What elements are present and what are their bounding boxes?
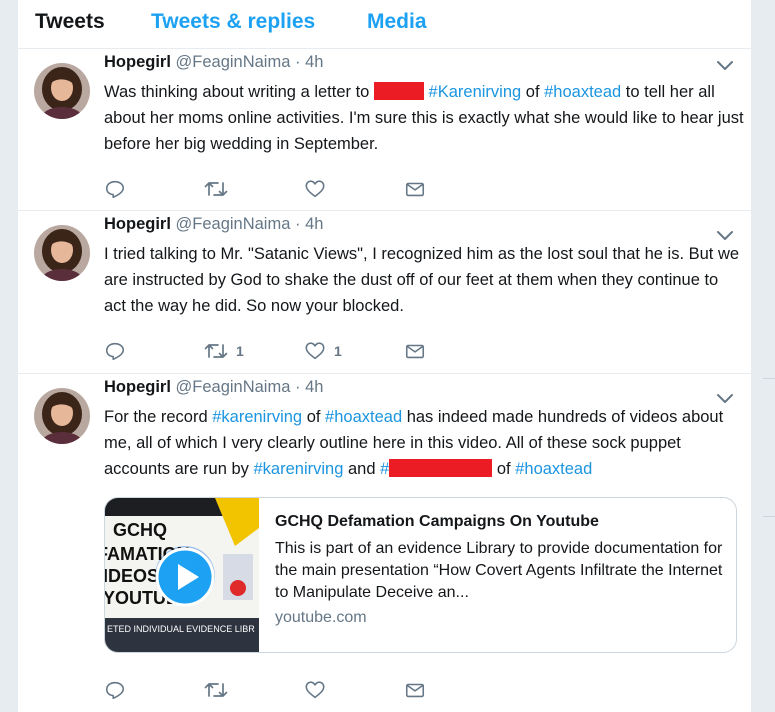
- tweet-header: Hopegirl @FeaginNaima · 4h: [104, 378, 323, 397]
- redacted-block: [389, 459, 493, 477]
- reply-button[interactable]: [104, 339, 126, 363]
- tweet[interactable]: Hopegirl @FeaginNaima · 4h For the recor…: [18, 374, 751, 712]
- divider: [763, 378, 775, 379]
- video-thumbnail: GCHQ FAMATION IDEOS ON YOUTUBE ETED INDI…: [105, 498, 259, 652]
- redacted-block: [373, 82, 424, 100]
- user-handle[interactable]: @FeaginNaima: [176, 378, 291, 396]
- retweet-icon: [204, 182, 228, 196]
- tweet[interactable]: Hopegirl @FeaginNaima · 4h I tried talki…: [18, 211, 751, 374]
- tweet-text-part: and: [343, 460, 381, 478]
- retweet-icon: [204, 683, 228, 697]
- message-button[interactable]: [404, 177, 426, 201]
- card-body: GCHQ Defamation Campaigns On Youtube Thi…: [275, 510, 725, 627]
- message-button[interactable]: [404, 678, 426, 702]
- user-handle[interactable]: @FeaginNaima: [176, 215, 291, 233]
- reply-icon: [105, 681, 125, 700]
- tweet-time[interactable]: 4h: [305, 53, 323, 71]
- hashtag-link[interactable]: #hoaxtead: [544, 83, 621, 101]
- tweet-text: I tried talking to Mr. "Satanic Views", …: [104, 245, 740, 315]
- retweet-count: 1: [236, 343, 244, 359]
- tweet-time[interactable]: 4h: [305, 215, 323, 233]
- avatar[interactable]: [34, 388, 90, 444]
- like-count: 1: [334, 343, 342, 359]
- tweet-text-part: of: [302, 408, 326, 426]
- user-name[interactable]: Hopegirl: [104, 215, 171, 233]
- message-icon: [405, 344, 425, 359]
- reply-icon: [105, 342, 125, 361]
- retweet-icon: [204, 344, 228, 358]
- hashtag-link[interactable]: #karenirving: [254, 460, 344, 478]
- tweet-actions: [104, 678, 704, 702]
- tweet-actions: 1 1: [104, 339, 704, 363]
- hashtag-link[interactable]: #Karenirving: [429, 83, 522, 101]
- reply-icon: [105, 180, 125, 199]
- retweet-button[interactable]: 1: [204, 339, 244, 363]
- like-icon: [305, 681, 325, 699]
- retweet-button[interactable]: [204, 177, 236, 201]
- divider: [763, 516, 775, 517]
- like-button[interactable]: [304, 177, 334, 201]
- user-name[interactable]: Hopegirl: [104, 53, 171, 71]
- timeline-column: Tweets Tweets & replies Media Hopegirl @…: [18, 0, 751, 712]
- chevron-down-icon[interactable]: [715, 57, 735, 73]
- tweet-header: Hopegirl @FeaginNaima · 4h: [104, 53, 323, 72]
- tweet-text: Was thinking about writing a letter to #…: [104, 79, 744, 157]
- tab-media[interactable]: Media: [367, 10, 427, 34]
- separator-dot: ·: [295, 53, 301, 71]
- thumb-footer-text: ETED INDIVIDUAL EVIDENCE LIBR: [107, 624, 255, 634]
- tweet-header: Hopegirl @FeaginNaima · 4h: [104, 215, 323, 234]
- like-button[interactable]: [304, 678, 334, 702]
- avatar[interactable]: [34, 63, 90, 119]
- hashtag-link[interactable]: #karenirving: [212, 408, 302, 426]
- message-icon: [405, 182, 425, 197]
- tab-tweets[interactable]: Tweets: [35, 10, 105, 34]
- card-description: This is part of an evidence Library to p…: [275, 540, 723, 601]
- profile-tabs: Tweets Tweets & replies Media: [18, 0, 751, 49]
- tweet[interactable]: Hopegirl @FeaginNaima · 4h Was thinking …: [18, 49, 751, 211]
- user-handle[interactable]: @FeaginNaima: [176, 53, 291, 71]
- tweet-actions: [104, 177, 704, 201]
- tweet-text-part: of: [521, 83, 545, 101]
- tweet-text-part: For the record: [104, 408, 213, 426]
- hashtag-link[interactable]: #hoaxtead: [325, 408, 402, 426]
- tweet-text-part: of: [492, 460, 516, 478]
- tab-tweets-and-replies[interactable]: Tweets & replies: [151, 10, 315, 34]
- like-icon: [305, 342, 325, 360]
- message-icon: [405, 683, 425, 698]
- thumb-title-line: GCHQ: [113, 520, 167, 540]
- retweet-button[interactable]: [204, 678, 236, 702]
- hashtag-link[interactable]: #: [380, 460, 389, 478]
- separator-dot: ·: [295, 378, 301, 396]
- separator-dot: ·: [295, 215, 301, 233]
- reply-button[interactable]: [104, 177, 126, 201]
- reply-button[interactable]: [104, 678, 126, 702]
- play-icon[interactable]: [155, 547, 215, 607]
- hashtag-link[interactable]: #hoaxtead: [515, 460, 592, 478]
- link-card[interactable]: GCHQ FAMATION IDEOS ON YOUTUBE ETED INDI…: [104, 497, 737, 653]
- like-button[interactable]: 1: [304, 339, 342, 363]
- tweet-text: For the record #karenirving of #hoaxtead…: [104, 404, 744, 482]
- card-domain: youtube.com: [275, 609, 367, 626]
- user-name[interactable]: Hopegirl: [104, 378, 171, 396]
- avatar[interactable]: [34, 225, 90, 281]
- like-icon: [305, 180, 325, 198]
- card-title[interactable]: GCHQ Defamation Campaigns On Youtube: [275, 510, 725, 534]
- tweet-time[interactable]: 4h: [305, 378, 323, 396]
- tweet-text-part: Was thinking about writing a letter to: [104, 83, 374, 101]
- message-button[interactable]: [404, 339, 426, 363]
